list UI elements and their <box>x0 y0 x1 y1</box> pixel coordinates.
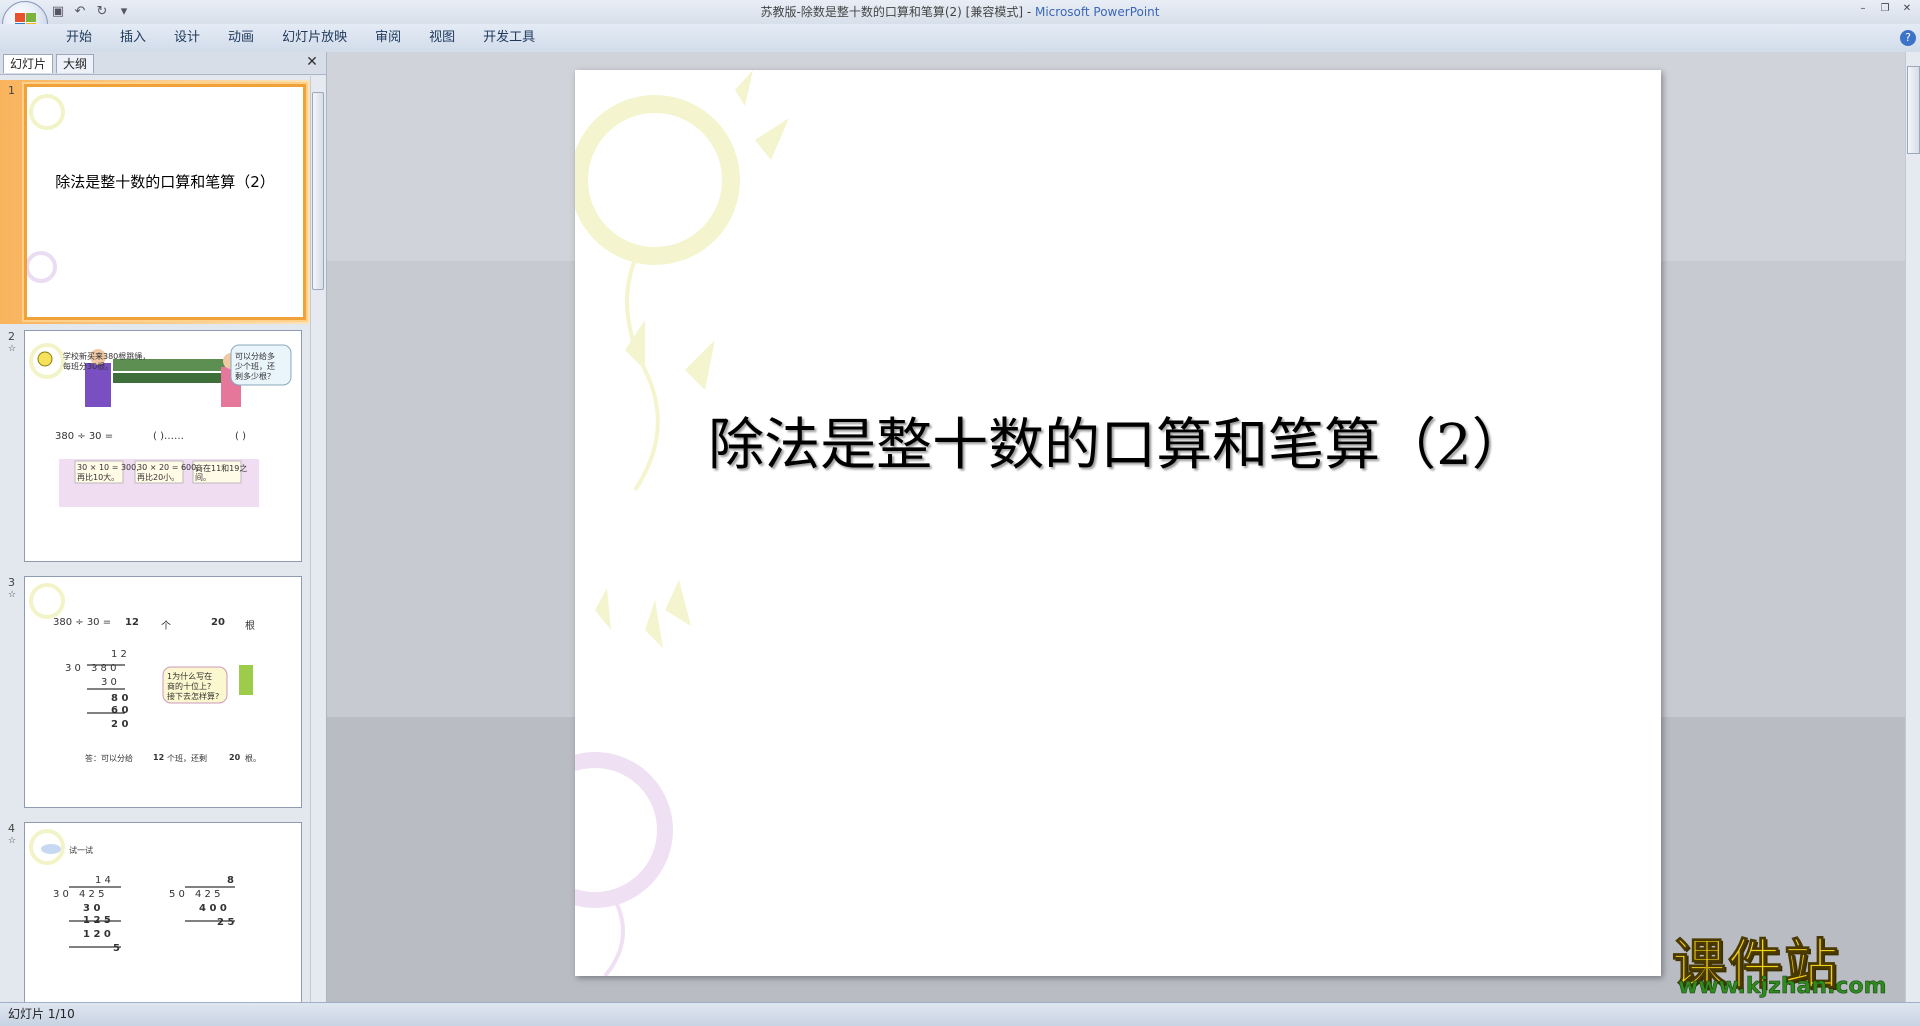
workspace-scroll-thumb[interactable] <box>1907 66 1920 154</box>
thumbnail-text: 2 0 <box>111 719 129 730</box>
watermark-url: www.kjzhan.com <box>1678 974 1887 1000</box>
thumbnail-text: 5 <box>113 943 120 954</box>
thumbnail-text: 380 ÷ 30 = <box>55 431 114 442</box>
slide-counter: 幻灯片 1/10 <box>8 1007 75 1021</box>
tab-slides[interactable]: 幻灯片 <box>3 54 54 73</box>
thumbnail-title: 除法是整十数的口算和笔算（2） <box>55 173 275 191</box>
tab-view[interactable]: 视图 <box>415 27 469 49</box>
thumbnail-text: 3 0 <box>65 663 81 674</box>
thumbnail-text: ( )…… <box>153 431 184 442</box>
thumbnail-text: 1 2 <box>111 649 127 660</box>
thumbnail-text: 4 2 5 <box>79 889 105 900</box>
thumbnail-text: 3 0 <box>53 889 69 900</box>
tab-review[interactable]: 审阅 <box>361 27 415 49</box>
thumbnail-text: 20 <box>229 753 241 762</box>
save-icon[interactable]: ▣ <box>50 4 66 20</box>
slide-thumbnail[interactable]: 试一试 1 4 3 0 4 2 5 3 0 1 2 5 1 2 0 5 8 5 … <box>24 822 302 1002</box>
thumbnail-text: 5 0 <box>169 889 185 900</box>
main-slide[interactable]: 除法是整十数的口算和笔算（2） <box>575 70 1661 976</box>
panel-close-icon[interactable]: ✕ <box>304 54 320 70</box>
slide-number: 2 <box>8 330 15 343</box>
thumbnail-text: 间。 <box>195 473 211 482</box>
tab-outline[interactable]: 大纲 <box>56 54 95 73</box>
slide-title[interactable]: 除法是整十数的口算和笔算（2） <box>575 400 1661 481</box>
thumbnail-text: 个班，还剩 <box>167 754 207 763</box>
tab-design[interactable]: 设计 <box>160 27 214 49</box>
customize-qat-icon[interactable]: ▾ <box>116 4 132 20</box>
thumbnail-text: 根。 <box>245 754 261 763</box>
thumbnail-text: 3 0 <box>101 677 117 688</box>
thumbnail-text: 12 <box>125 617 139 628</box>
thumbnail-text: 8 0 <box>111 693 129 704</box>
undo-icon[interactable]: ↶ <box>72 4 88 20</box>
thumbnail-text: 接下去怎样算? <box>167 692 220 701</box>
ribbon-tabs: 开始 插入 设计 动画 幻灯片放映 审阅 视图 开发工具 <box>52 27 549 49</box>
slide-number: 4 <box>8 822 15 835</box>
thumbnail-text: 2 5 <box>217 917 235 928</box>
tab-slideshow[interactable]: 幻灯片放映 <box>268 27 361 49</box>
restore-icon[interactable]: ❐ <box>1876 2 1894 16</box>
thumbnail-text: 3 0 <box>83 903 101 914</box>
thumbnail-text: 1 2 5 <box>83 915 111 926</box>
thumbnail-text: 4 2 5 <box>195 889 221 900</box>
thumbnail-text: 根 <box>245 621 255 632</box>
slide-thumbnail[interactable]: 380 ÷ 30 = 12 个 20 根 1 2 3 0 3 8 0 3 0 8… <box>24 576 302 808</box>
thumbnail-text: 12 <box>153 753 165 762</box>
thumbnail-text: 8 <box>227 875 234 886</box>
balloon-decoration-icon <box>27 94 65 283</box>
thumbnail-text: 4 0 0 <box>199 903 227 914</box>
thumbnail-text: 380 ÷ 30 = <box>53 617 112 628</box>
app-name: Microsoft PowerPoint <box>1034 5 1160 19</box>
tab-animation[interactable]: 动画 <box>214 27 268 49</box>
slide-number: 1 <box>8 84 15 97</box>
thumbnail-text: 20 <box>211 617 225 628</box>
minimize-icon[interactable]: – <box>1854 2 1872 16</box>
slide-number: 3 <box>8 576 15 589</box>
thumbnail-text: 1 4 <box>95 875 111 886</box>
quick-access-toolbar: ▣ ↶ ↻ ▾ <box>50 2 132 22</box>
thumbnail-text: 30 × 10 = 300, <box>77 463 139 472</box>
try-it-illustration-icon <box>29 829 235 948</box>
window-controls: – ❐ ✕ <box>1854 2 1916 16</box>
animation-star-icon: ☆ <box>8 590 17 600</box>
division-illustration-icon <box>29 583 253 714</box>
animation-star-icon: ☆ <box>8 344 17 354</box>
thumbnail-text: 1 2 0 <box>83 929 111 940</box>
thumbnail-text: 30 × 20 = 600, <box>137 463 199 472</box>
thumbnail-text: 再比20小。 <box>137 473 180 482</box>
workspace-scrollbar[interactable] <box>1905 52 1920 1002</box>
document-title: 苏教版-除数是整十数的口算和笔算(2) [兼容模式] - <box>760 5 1035 19</box>
tab-developer[interactable]: 开发工具 <box>469 27 549 49</box>
thumbnail-scroll-thumb[interactable] <box>312 92 324 290</box>
thumbnail-list: 1 除法是整十数的口算和笔算（2） 2 ☆ 学校新买来380根跳绳， 每班分30… <box>0 76 310 1002</box>
slide-thumbnail[interactable]: 学校新买来380根跳绳， 每班分30根。 可以分给多 少个班，还 剩多少根？ 3… <box>24 330 302 562</box>
redo-icon[interactable]: ↻ <box>94 4 110 20</box>
window-title: 苏教版-除数是整十数的口算和笔算(2) [兼容模式] - Microsoft P… <box>0 0 1920 24</box>
thumbnail-text: 3 8 0 <box>91 663 117 674</box>
status-bar <box>0 1002 1920 1026</box>
thumbnail-text: 试一试 <box>69 846 93 855</box>
thumbnail-text: 6 0 <box>111 705 129 716</box>
thumbnail-text: ( ) <box>235 431 246 442</box>
tab-home[interactable]: 开始 <box>52 27 106 49</box>
close-icon[interactable]: ✕ <box>1898 2 1916 16</box>
thumbnail-text: 个 <box>161 621 171 632</box>
thumbnail-text: 答：可以分给 <box>85 754 133 763</box>
animation-star-icon: ☆ <box>8 836 17 846</box>
slide-thumbnail[interactable]: 除法是整十数的口算和笔算（2） <box>24 84 306 320</box>
tab-insert[interactable]: 插入 <box>106 27 160 49</box>
help-icon[interactable]: ? <box>1900 30 1916 46</box>
thumbnail-text: 每班分30根。 <box>63 362 114 371</box>
thumbnail-text: 再比10大。 <box>77 473 120 482</box>
balloon-decoration-icon <box>575 70 789 976</box>
thumbnail-text: 剩多少根？ <box>235 372 275 381</box>
